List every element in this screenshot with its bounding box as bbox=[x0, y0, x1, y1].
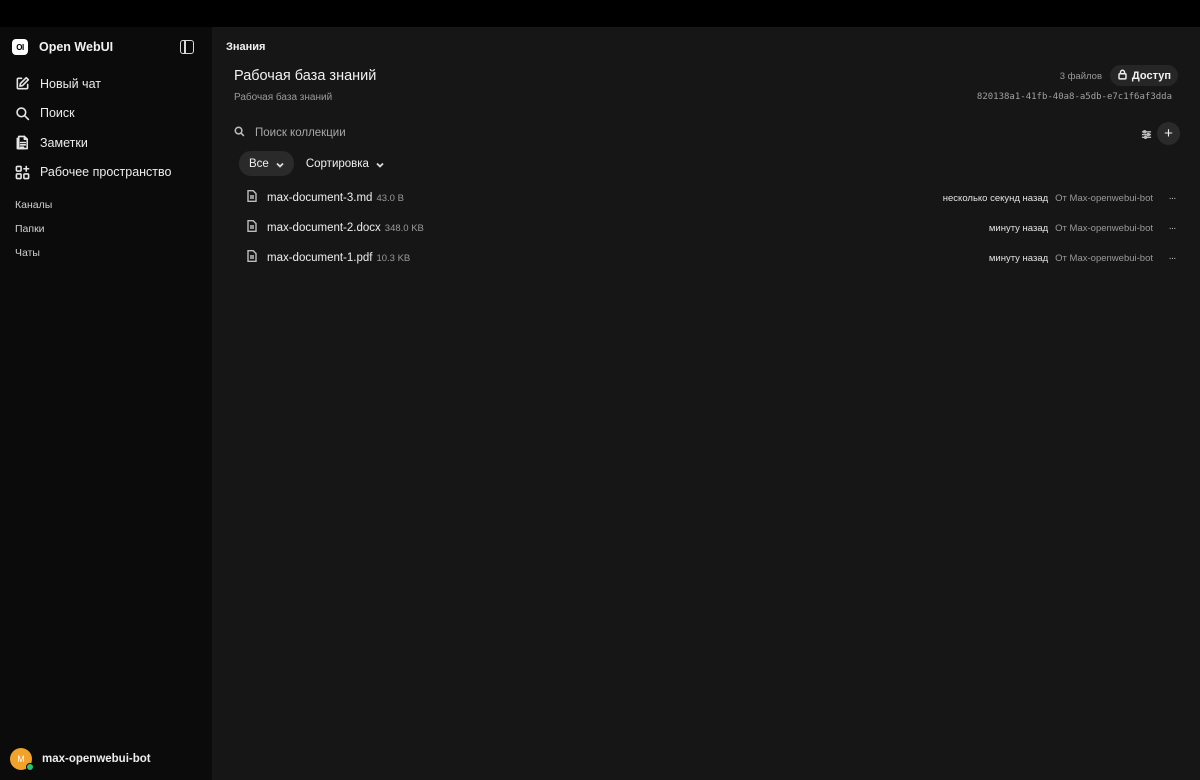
collection-search: + bbox=[234, 122, 1180, 145]
online-status-indicator bbox=[26, 763, 34, 771]
file-time: минуту назад bbox=[988, 222, 1049, 234]
page-title: Знания bbox=[226, 41, 266, 53]
sort-dropdown[interactable]: Сортировка bbox=[296, 151, 394, 176]
add-content-button[interactable]: + bbox=[1157, 122, 1180, 145]
file-size: 43.0 B bbox=[376, 192, 404, 204]
file-time: минуту назад bbox=[988, 252, 1049, 264]
filter-all-label: Все bbox=[249, 157, 269, 170]
filter-all-dropdown[interactable]: Все bbox=[239, 151, 294, 176]
document-icon bbox=[247, 189, 257, 207]
avatar: M bbox=[10, 748, 34, 771]
file-author: От Max-openwebui-bot bbox=[1055, 222, 1153, 234]
knowledge-base-title[interactable]: Рабочая база знаний bbox=[234, 68, 376, 84]
file-row[interactable]: max-document-2.docx 348.0 KB минуту наза… bbox=[234, 213, 1180, 243]
file-name: max-document-3.md bbox=[267, 192, 373, 204]
access-label: Доступ bbox=[1131, 69, 1171, 82]
sidebar: OI Open WebUI Новый чат Поиск Заметки Ра… bbox=[0, 27, 212, 780]
filter-settings-icon[interactable] bbox=[1141, 127, 1152, 145]
file-time: несколько секунд назад bbox=[942, 192, 1049, 204]
lock-icon bbox=[1117, 67, 1128, 85]
file-list: max-document-3.md 43.0 B несколько секун… bbox=[234, 183, 1180, 273]
file-meta: минуту назад От Max-openwebui-bot ··· bbox=[989, 253, 1180, 264]
more-options-icon[interactable]: ··· bbox=[1164, 193, 1180, 204]
more-options-icon[interactable]: ··· bbox=[1164, 223, 1180, 234]
access-button[interactable]: Доступ bbox=[1109, 65, 1178, 86]
file-size: 348.0 KB bbox=[384, 222, 424, 234]
sidebar-nav: Новый чат Поиск Заметки Рабочее простран… bbox=[0, 69, 212, 187]
app-window: OI Open WebUI Новый чат Поиск Заметки Ра… bbox=[0, 27, 1200, 780]
knowledge-base-description[interactable]: Рабочая база знаний bbox=[234, 92, 332, 103]
file-row[interactable]: max-document-3.md 43.0 B несколько секун… bbox=[234, 183, 1180, 213]
sidebar-item-notes[interactable]: Заметки bbox=[0, 128, 212, 158]
file-size: 10.3 KB bbox=[376, 252, 411, 264]
sidebar-item-new-chat[interactable]: Новый чат bbox=[0, 69, 212, 99]
brand-name: Open WebUI bbox=[39, 40, 114, 54]
file-count: 3 файлов bbox=[1059, 71, 1102, 82]
search-icon bbox=[14, 105, 30, 121]
sidebar-item-label: Поиск bbox=[40, 106, 75, 121]
chevron-down-icon bbox=[276, 160, 284, 168]
file-row[interactable]: max-document-1.pdf 10.3 KB минуту назад … bbox=[234, 243, 1180, 273]
search-icon bbox=[234, 124, 245, 142]
sort-label: Сортировка bbox=[305, 157, 369, 170]
toggle-sidebar-icon[interactable] bbox=[180, 40, 194, 54]
knowledge-base-id: 820138a1-41fb-40a8-a5db-e7c1f6af3dda bbox=[976, 92, 1172, 102]
document-icon bbox=[247, 219, 257, 237]
sidebar-item-label: Заметки bbox=[40, 135, 88, 150]
sidebar-section-channels[interactable]: Каналы bbox=[0, 193, 212, 217]
sidebar-item-label: Новый чат bbox=[40, 76, 101, 91]
file-name: max-document-1.pdf bbox=[267, 252, 373, 264]
avatar-initial: M bbox=[17, 754, 25, 764]
filter-bar: Все Сортировка bbox=[239, 151, 394, 176]
pencil-square-icon bbox=[14, 76, 30, 92]
more-options-icon[interactable]: ··· bbox=[1164, 253, 1180, 264]
search-input[interactable] bbox=[255, 127, 555, 139]
sidebar-section-folders[interactable]: Папки bbox=[0, 217, 212, 241]
chevron-down-icon bbox=[376, 160, 384, 168]
file-meta: несколько секунд назад От Max-openwebui-… bbox=[943, 193, 1180, 204]
sidebar-section-chats[interactable]: Чаты bbox=[0, 241, 212, 265]
workspace-icon bbox=[14, 164, 30, 180]
file-author: От Max-openwebui-bot bbox=[1055, 192, 1153, 204]
file-author: От Max-openwebui-bot bbox=[1055, 252, 1153, 264]
file-name: max-document-2.docx bbox=[267, 222, 381, 234]
sidebar-item-label: Рабочее пространство bbox=[40, 165, 172, 180]
brand-logo: OI bbox=[12, 39, 28, 55]
document-icon bbox=[247, 249, 257, 267]
sidebar-item-search[interactable]: Поиск bbox=[0, 99, 212, 129]
user-name: max-openwebui-bot bbox=[42, 753, 151, 765]
notes-icon bbox=[14, 135, 30, 151]
sidebar-sections: Каналы Папки Чаты bbox=[0, 193, 212, 265]
main-content: Знания Рабочая база знаний Рабочая база … bbox=[212, 27, 1200, 780]
user-menu[interactable]: M max-openwebui-bot bbox=[10, 748, 151, 771]
sidebar-item-workspace[interactable]: Рабочее пространство bbox=[0, 158, 212, 188]
plus-icon: + bbox=[1164, 125, 1173, 142]
file-meta: минуту назад От Max-openwebui-bot ··· bbox=[989, 223, 1180, 234]
